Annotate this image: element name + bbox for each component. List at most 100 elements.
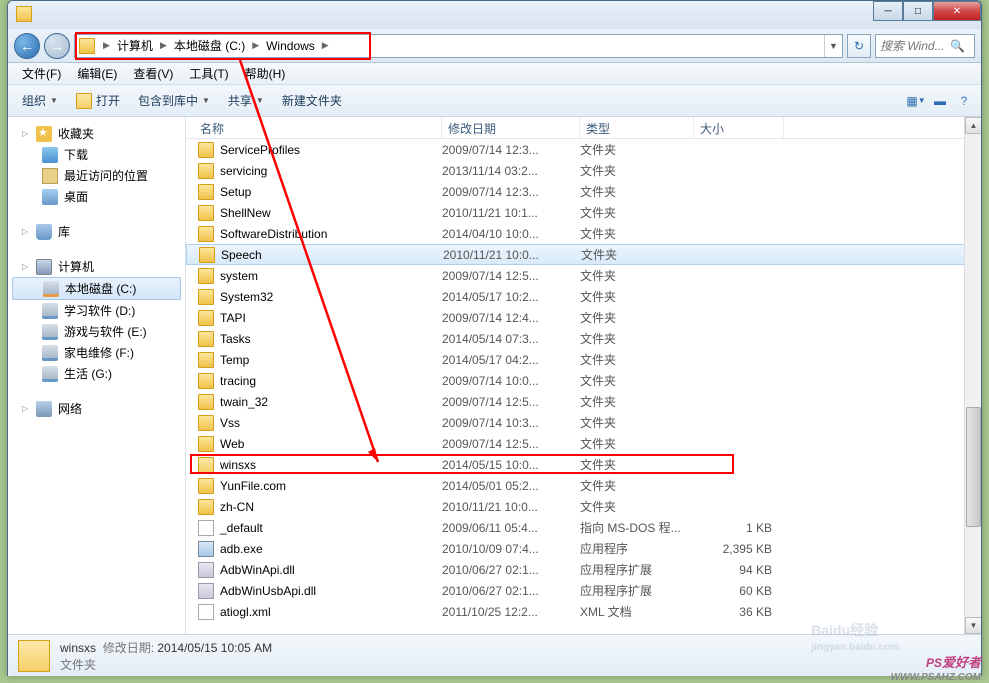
view-options-button[interactable]: ▦ ▼ xyxy=(905,90,927,112)
sidebar-drive-g[interactable]: 生活 (G:) xyxy=(8,363,185,384)
share-button[interactable]: 共享▼ xyxy=(220,88,272,113)
address-bar[interactable]: ▶ 计算机 ▶ 本地磁盘 (C:) ▶ Windows ▶ ▼ xyxy=(74,34,843,58)
sidebar: ▷收藏夹 下载 最近访问的位置 桌面 ▷库 ▷计算机 本地磁盘 (C:) 学习软… xyxy=(8,117,186,634)
sidebar-recent[interactable]: 最近访问的位置 xyxy=(8,165,185,186)
folder-icon xyxy=(198,499,214,515)
file-row[interactable]: _default2009/06/11 05:4...指向 MS-DOS 程...… xyxy=(186,517,981,538)
file-row[interactable]: zh-CN2010/11/21 10:0...文件夹 xyxy=(186,496,981,517)
file-row[interactable]: system2009/07/14 12:5...文件夹 xyxy=(186,265,981,286)
drive-icon xyxy=(43,281,59,297)
minimize-button[interactable]: ─ xyxy=(873,1,903,21)
folder-icon xyxy=(198,394,214,410)
folder-icon xyxy=(198,373,214,389)
folder-icon xyxy=(198,352,214,368)
folder-icon xyxy=(198,289,214,305)
menu-help[interactable]: 帮助(H) xyxy=(237,63,294,84)
star-icon xyxy=(36,126,52,142)
new-folder-button[interactable]: 新建文件夹 xyxy=(274,88,350,113)
organize-button[interactable]: 组织▼ xyxy=(14,88,66,113)
back-button[interactable]: ← xyxy=(14,33,40,59)
file-row[interactable]: winsxs2014/05/15 10:0...文件夹 xyxy=(186,454,981,475)
folder-icon xyxy=(198,226,214,242)
recent-icon xyxy=(42,168,58,184)
network-icon xyxy=(36,401,52,417)
file-list: ServiceProfiles2009/07/14 12:3...文件夹serv… xyxy=(186,139,981,622)
sidebar-desktop[interactable]: 桌面 xyxy=(8,186,185,207)
file-row[interactable]: System322014/05/17 10:2...文件夹 xyxy=(186,286,981,307)
search-icon: 🔍 xyxy=(950,39,965,53)
chevron-right-icon[interactable]: ▶ xyxy=(99,40,114,51)
sidebar-libraries[interactable]: ▷库 xyxy=(8,221,185,242)
file-row[interactable]: AdbWinApi.dll2010/06/27 02:1...应用程序扩展94 … xyxy=(186,559,981,580)
sidebar-favorites[interactable]: ▷收藏夹 xyxy=(8,123,185,144)
computer-icon xyxy=(36,259,52,275)
xml-icon xyxy=(198,604,214,620)
chevron-right-icon[interactable]: ▶ xyxy=(156,40,171,51)
close-button[interactable]: ✕ xyxy=(933,1,981,21)
folder-icon xyxy=(198,163,214,179)
sidebar-downloads[interactable]: 下载 xyxy=(8,144,185,165)
folder-icon xyxy=(198,310,214,326)
scroll-up-button[interactable]: ▲ xyxy=(965,117,981,134)
menu-view[interactable]: 查看(V) xyxy=(125,63,181,84)
folder-icon xyxy=(198,268,214,284)
watermark-baidu: Baidu经验jingyan.baidu.com xyxy=(811,610,899,653)
file-list-pane: 名称 修改日期 类型 大小 ServiceProfiles2009/07/14 … xyxy=(186,117,981,634)
titlebar[interactable]: ─ □ ✕ xyxy=(8,1,981,29)
crumb-computer[interactable]: 计算机 xyxy=(114,35,156,57)
crumb-drive-c[interactable]: 本地磁盘 (C:) xyxy=(171,35,248,57)
file-row[interactable]: Tasks2014/05/14 07:3...文件夹 xyxy=(186,328,981,349)
include-button[interactable]: 包含到库中▼ xyxy=(130,88,218,113)
exe-icon xyxy=(198,541,214,557)
sidebar-drive-d[interactable]: 学习软件 (D:) xyxy=(8,300,185,321)
scrollbar[interactable]: ▲ ▼ xyxy=(964,117,981,634)
menu-edit[interactable]: 编辑(E) xyxy=(69,63,125,84)
scroll-down-button[interactable]: ▼ xyxy=(965,617,981,634)
menu-tools[interactable]: 工具(T) xyxy=(181,63,236,84)
open-button[interactable]: 打开 xyxy=(68,88,128,113)
search-input[interactable] xyxy=(880,39,950,53)
file-row[interactable]: Setup2009/07/14 12:3...文件夹 xyxy=(186,181,981,202)
forward-button[interactable]: → xyxy=(44,33,70,59)
refresh-button[interactable]: ↻ xyxy=(847,34,871,58)
file-row[interactable]: AdbWinUsbApi.dll2010/06/27 02:1...应用程序扩展… xyxy=(186,580,981,601)
file-row[interactable]: TAPI2009/07/14 12:4...文件夹 xyxy=(186,307,981,328)
sidebar-computer[interactable]: ▷计算机 xyxy=(8,256,185,277)
file-row[interactable]: tracing2009/07/14 10:0...文件夹 xyxy=(186,370,981,391)
file-row[interactable]: Web2009/07/14 12:5...文件夹 xyxy=(186,433,981,454)
sidebar-network[interactable]: ▷网络 xyxy=(8,398,185,419)
col-name[interactable]: 名称 xyxy=(194,117,442,138)
file-row[interactable]: Vss2009/07/14 10:3...文件夹 xyxy=(186,412,981,433)
col-type[interactable]: 类型 xyxy=(580,117,694,138)
maximize-button[interactable]: □ xyxy=(903,1,933,21)
search-box[interactable]: 🔍 xyxy=(875,34,975,58)
download-icon xyxy=(42,147,58,163)
file-row[interactable]: SoftwareDistribution2014/04/10 10:0...文件… xyxy=(186,223,981,244)
explorer-window: ─ □ ✕ ← → ▶ 计算机 ▶ 本地磁盘 (C:) ▶ Windows ▶ … xyxy=(7,0,982,676)
file-row[interactable]: adb.exe2010/10/09 07:4...应用程序2,395 KB xyxy=(186,538,981,559)
file-row[interactable]: Temp2014/05/17 04:2...文件夹 xyxy=(186,349,981,370)
help-button[interactable]: ? xyxy=(953,90,975,112)
col-size[interactable]: 大小 xyxy=(694,117,784,138)
status-name: winsxs xyxy=(60,641,96,655)
file-row[interactable]: ShellNew2010/11/21 10:1...文件夹 xyxy=(186,202,981,223)
folder-icon xyxy=(198,478,214,494)
crumb-windows[interactable]: Windows xyxy=(263,35,318,57)
sidebar-drive-c[interactable]: 本地磁盘 (C:) xyxy=(12,277,181,300)
toolbar: 组织▼ 打开 包含到库中▼ 共享▼ 新建文件夹 ▦ ▼ ▬ ? xyxy=(8,85,981,117)
chevron-right-icon[interactable]: ▶ xyxy=(248,40,263,51)
address-dropdown[interactable]: ▼ xyxy=(824,35,842,57)
menu-file[interactable]: 文件(F) xyxy=(14,63,69,84)
preview-pane-button[interactable]: ▬ xyxy=(929,90,951,112)
file-row[interactable]: twain_322009/07/14 12:5...文件夹 xyxy=(186,391,981,412)
file-row[interactable]: servicing2013/11/14 03:2...文件夹 xyxy=(186,160,981,181)
chevron-right-icon[interactable]: ▶ xyxy=(318,40,333,51)
file-row[interactable]: ServiceProfiles2009/07/14 12:3...文件夹 xyxy=(186,139,981,160)
sidebar-drive-f[interactable]: 家电维修 (F:) xyxy=(8,342,185,363)
file-row[interactable]: YunFile.com2014/05/01 05:2...文件夹 xyxy=(186,475,981,496)
sidebar-drive-e[interactable]: 游戏与软件 (E:) xyxy=(8,321,185,342)
scroll-thumb[interactable] xyxy=(966,407,981,527)
file-row[interactable]: Speech2010/11/21 10:0...文件夹 xyxy=(186,244,981,265)
col-date[interactable]: 修改日期 xyxy=(442,117,580,138)
folder-icon xyxy=(79,38,95,54)
